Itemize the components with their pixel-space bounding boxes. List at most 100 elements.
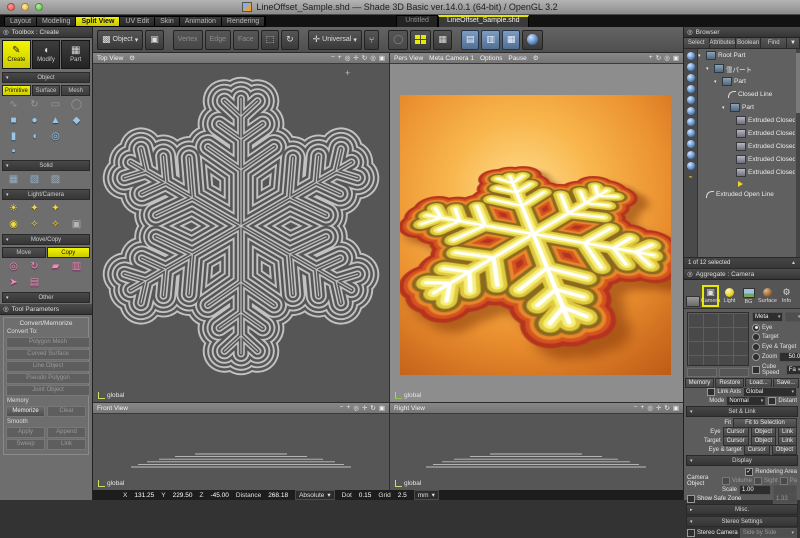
zoom-in-icon[interactable]: + xyxy=(338,54,342,62)
gear-icon[interactable]: ⚙ xyxy=(129,54,135,62)
eye-target-radio[interactable] xyxy=(752,343,760,351)
path-checkbox[interactable] xyxy=(780,477,788,485)
smooth-link-button[interactable]: Link xyxy=(47,439,86,450)
eye-target-cursor-button[interactable]: Cursor xyxy=(744,445,770,455)
rotate-view-icon[interactable]: ↻ xyxy=(362,54,367,62)
edge-mode-button[interactable]: Edge xyxy=(205,30,231,50)
zoom-out-icon[interactable]: − xyxy=(634,404,638,412)
tab-rendering[interactable]: Rendering xyxy=(222,17,265,26)
render-toggle-icon[interactable] xyxy=(687,74,695,82)
collapse-panel-icon[interactable]: ▲ xyxy=(791,260,796,266)
cube-primitive-icon[interactable]: ▪ xyxy=(3,145,24,159)
copy-mirror-icon[interactable]: ➤ xyxy=(3,276,24,290)
torus-primitive-icon[interactable]: ◎ xyxy=(45,130,66,144)
zoom-out-icon[interactable]: − xyxy=(331,54,335,62)
zoom-in-icon[interactable]: + xyxy=(640,404,644,412)
camera-view-icon[interactable]: ▣ xyxy=(673,404,679,412)
path-tool-button[interactable]: ◯ xyxy=(388,30,408,50)
tab-primitive[interactable]: Primitive xyxy=(2,85,31,96)
wedge-primitive-icon[interactable]: ◆ xyxy=(66,114,87,128)
smooth-append-button[interactable]: Append xyxy=(47,427,86,438)
filter-funnel-icon[interactable]: ▼ xyxy=(787,38,800,48)
camera-preview[interactable] xyxy=(687,312,749,366)
solid-subtract-icon[interactable]: ▧ xyxy=(24,173,45,187)
camera-tool-button[interactable]: ▣ xyxy=(145,30,164,50)
zoom-in-icon[interactable]: + xyxy=(649,54,653,62)
capsule-primitive-icon[interactable]: ◖ xyxy=(24,130,45,144)
tab-move[interactable]: Move xyxy=(2,247,46,258)
preview-mode-button[interactable] xyxy=(687,368,717,377)
point-light-icon[interactable]: ◉ xyxy=(3,218,24,232)
tab-uv-edit[interactable]: UV Edit xyxy=(120,17,155,26)
expander-icon[interactable]: ▾ xyxy=(706,66,712,72)
circle-tool-icon[interactable]: ◯ xyxy=(66,98,87,112)
scale-field[interactable]: 1.00 xyxy=(739,485,771,495)
tree-row-extruded-closed[interactable]: Extruded Closed xyxy=(698,153,795,166)
camera-view-icon[interactable]: ▣ xyxy=(379,404,385,412)
object-mode-button[interactable]: ▩Object▾ xyxy=(97,30,143,50)
tab-mesh[interactable]: Mesh xyxy=(61,85,90,96)
sight-checkbox[interactable] xyxy=(754,477,762,485)
copy-translate-icon[interactable]: ▰ xyxy=(45,260,66,274)
face-mode-button[interactable]: Face xyxy=(233,30,259,50)
tree-row-snow-part[interactable]: ▾雪パート xyxy=(698,62,795,75)
tab-modeling[interactable]: Modeling xyxy=(37,17,76,26)
smooth-sweep-button[interactable]: Sweep xyxy=(6,439,45,450)
render-toggle-icon[interactable] xyxy=(687,151,695,159)
meta-camera-dropdown[interactable]: Meta xyxy=(752,312,783,322)
smooth-apply-button[interactable]: Apply xyxy=(6,427,45,438)
tree-row-extruded-closed[interactable]: Extruded Closed xyxy=(698,140,795,153)
aggregate-tab-surface[interactable]: Surface xyxy=(759,285,776,307)
section-other[interactable]: ▾Other xyxy=(2,292,90,303)
tab-surface[interactable]: Surface xyxy=(32,85,61,96)
render-toggle-icon[interactable] xyxy=(687,118,695,126)
render-toggle-icon[interactable] xyxy=(687,85,695,93)
preview-mode-button[interactable] xyxy=(719,368,749,377)
browser-tab-boolean[interactable]: Boolean xyxy=(736,38,762,48)
perspective-grid-button[interactable]: ▦ xyxy=(433,30,452,50)
convert-line-object-button[interactable]: Line Object xyxy=(6,361,90,372)
zoom-region-icon[interactable]: ◎ xyxy=(370,54,376,62)
tree-row-closed-line[interactable]: Closed Line xyxy=(698,88,795,101)
viewport-top[interactable]: Top View ⚙ − + ◎ ✛ ↻ ◎ ▣ xyxy=(93,53,389,402)
rotate-view-icon[interactable]: ↻ xyxy=(370,404,375,412)
aggregate-tab-camera[interactable]: ▣Camera xyxy=(702,285,719,307)
pan-tool-icon[interactable]: ✛ xyxy=(362,404,367,412)
render-toggle-icon[interactable] xyxy=(687,129,695,137)
universal-manipulator-button[interactable]: ✛Universal▾ xyxy=(308,30,362,50)
tab-copy[interactable]: Copy xyxy=(47,247,91,258)
cylinder-primitive-icon[interactable]: ▮ xyxy=(3,130,24,144)
sun-light-icon[interactable]: ☀ xyxy=(3,202,24,216)
browser-tab-find[interactable]: Find xyxy=(761,38,787,48)
render-preview-button[interactable] xyxy=(522,30,543,50)
sphere-primitive-icon[interactable]: ● xyxy=(24,114,45,128)
safe-zone-ratio-field[interactable]: 1.33 xyxy=(773,494,797,504)
part-mode-button[interactable]: ▦ Part xyxy=(61,40,90,69)
render-toggle-icon[interactable] xyxy=(687,107,695,115)
coordinate-mode-dropdown[interactable]: Absolute▾ xyxy=(295,490,335,500)
tree-scrollbar[interactable] xyxy=(796,49,800,257)
cube-speed-dropdown[interactable]: Fa xyxy=(786,365,800,375)
cube-speed-checkbox[interactable] xyxy=(752,366,760,374)
rotate-view-icon[interactable]: ↻ xyxy=(656,54,661,62)
clear-button[interactable]: Clear xyxy=(47,406,86,417)
rotate-select-button[interactable]: ↻ xyxy=(281,30,299,50)
section-move-copy[interactable]: ▾Move/Copy xyxy=(2,234,90,245)
pan-tool-icon[interactable]: ✛ xyxy=(656,404,661,412)
minimize-button[interactable] xyxy=(21,3,29,11)
close-button[interactable] xyxy=(7,3,15,11)
marquee-select-button[interactable]: ⬚ xyxy=(261,30,280,50)
zoom-out-icon[interactable]: − xyxy=(340,404,344,412)
viewport-front[interactable]: Front View − + ◎ ✛ ↻ ▣ global xyxy=(93,403,389,490)
copy-rotate-icon[interactable]: ◎ xyxy=(3,260,24,274)
copy-array-icon[interactable]: ▥ xyxy=(66,260,87,274)
convert-joint-object-button[interactable]: Joint Object xyxy=(6,385,90,396)
aggregate-tab-info[interactable]: ⚙Info xyxy=(778,285,795,307)
linear-light-icon[interactable]: ✧ xyxy=(45,218,66,232)
section-object[interactable]: ▾Object xyxy=(2,72,90,83)
cone-primitive-icon[interactable]: ▲ xyxy=(45,114,66,128)
camera-select[interactable]: Meta Camera 1 xyxy=(429,55,474,62)
aggregate-mode-icon[interactable] xyxy=(686,296,700,307)
camera-view-icon[interactable]: ▣ xyxy=(673,54,679,62)
zoom-tool-icon[interactable]: ◎ xyxy=(647,404,653,412)
